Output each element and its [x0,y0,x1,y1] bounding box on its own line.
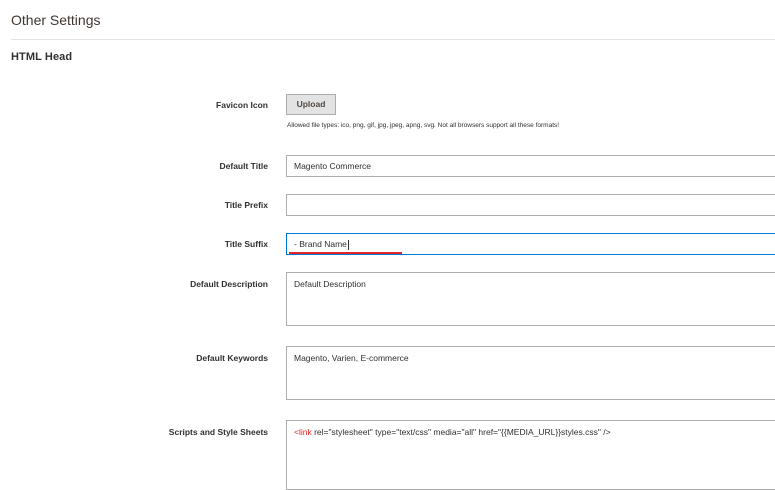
default-title-label: Default Title [219,161,269,171]
default-description-textarea[interactable]: Default Description [286,272,775,326]
default-title-input[interactable]: Magento Commerce [286,155,775,177]
title-suffix-label: Title Suffix [224,239,268,249]
text-caret [347,239,349,250]
section-title-other-settings[interactable]: Other Settings [11,12,101,28]
default-description-value: Default Description [294,279,366,289]
title-suffix-value: - Brand Name [294,239,347,249]
scripts-value-attributes: rel="stylesheet" type="text/css" media="… [311,427,611,437]
section-divider [11,39,775,40]
favicon-allowed-types-note: Allowed file types: ico, png, gif, jpg, … [287,122,560,129]
favicon-icon-label: Favicon Icon [216,100,268,110]
title-prefix-label: Title Prefix [224,200,268,210]
scripts-value-tag: <link [294,427,312,437]
default-title-value: Magento Commerce [294,161,372,171]
scripts-stylesheets-label: Scripts and Style Sheets [168,427,268,437]
title-prefix-input[interactable] [286,194,775,216]
default-description-label: Default Description [190,279,268,289]
default-keywords-label: Default Keywords [196,353,268,363]
upload-button[interactable]: Upload [286,94,336,115]
annotation-underline [289,252,402,254]
default-keywords-value: Magento, Varien, E-commerce [294,353,409,363]
scripts-stylesheets-textarea[interactable]: <link rel="stylesheet" type="text/css" m… [286,420,775,490]
group-title-html-head[interactable]: HTML Head [11,51,72,63]
default-keywords-textarea[interactable]: Magento, Varien, E-commerce [286,346,775,400]
